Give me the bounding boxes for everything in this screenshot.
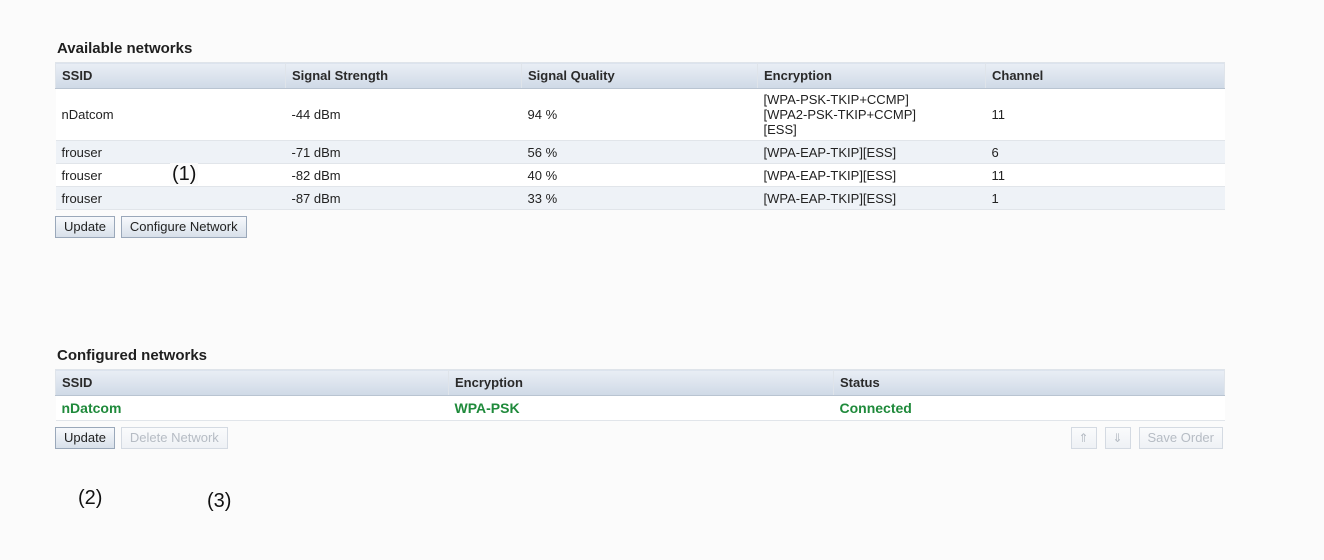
cell-encryption: [WPA-PSK-TKIP+CCMP] [WPA2-PSK-TKIP+CCMP]…	[757, 88, 986, 141]
cell-signal-strength: -87 dBm	[285, 186, 522, 210]
cell-channel: 11	[985, 88, 1225, 141]
configured-networks-table: SSID Encryption Status nDatcom WPA-PSK C…	[55, 369, 1225, 421]
update-available-button[interactable]: Update	[55, 216, 115, 238]
table-row[interactable]: frouser -87 dBm 33 % [WPA-EAP-TKIP][ESS]…	[55, 186, 1225, 210]
configured-networks-title: Configured networks	[57, 347, 208, 364]
cell-ssid: nDatcom	[55, 395, 449, 421]
order-controls: ⇑ ⇓ Save Order	[1063, 427, 1223, 449]
table-row[interactable]: frouser -71 dBm 56 % [WPA-EAP-TKIP][ESS]…	[55, 140, 1225, 164]
column-header-signal-quality[interactable]: Signal Quality	[521, 62, 758, 89]
cell-channel: 11	[985, 163, 1225, 187]
table-row[interactable]: nDatcom -44 dBm 94 % [WPA-PSK-TKIP+CCMP]…	[55, 88, 1225, 141]
column-header-channel[interactable]: Channel	[985, 62, 1225, 89]
cell-signal-strength: -44 dBm	[285, 88, 522, 141]
configured-actions: Update Delete Network ⇑ ⇓ Save Order	[55, 427, 1225, 451]
cell-ssid: nDatcom	[55, 88, 286, 141]
cell-signal-strength: -82 dBm	[285, 163, 522, 187]
table-header-row: SSID Encryption Status	[55, 369, 1225, 396]
cell-channel: 1	[985, 186, 1225, 210]
table-row[interactable]: frouser -82 dBm 40 % [WPA-EAP-TKIP][ESS]…	[55, 163, 1225, 187]
cell-signal-strength: -71 dBm	[285, 140, 522, 164]
table-row[interactable]: nDatcom WPA-PSK Connected	[55, 395, 1225, 421]
column-header-signal-strength[interactable]: Signal Strength	[285, 62, 522, 89]
move-up-button[interactable]: ⇑	[1070, 427, 1097, 449]
annotation-1: (1)	[170, 163, 199, 185]
save-order-button[interactable]: Save Order	[1138, 427, 1223, 449]
cell-encryption: [WPA-EAP-TKIP][ESS]	[757, 186, 986, 210]
move-down-button[interactable]: ⇓	[1104, 427, 1131, 449]
configure-network-button[interactable]: Configure Network	[120, 216, 247, 238]
available-networks-title: Available networks	[57, 40, 193, 57]
cell-ssid: frouser	[55, 140, 286, 164]
cell-signal-quality: 56 %	[521, 140, 758, 164]
available-networks-section: Available networks SSID Signal Strength …	[55, 40, 1225, 240]
cell-encryption: [WPA-EAP-TKIP][ESS]	[757, 163, 986, 187]
status-connected: Connected	[833, 395, 1225, 421]
annotation-2: (2)	[76, 487, 105, 509]
column-header-ssid[interactable]: SSID	[55, 369, 449, 396]
cell-signal-quality: 33 %	[521, 186, 758, 210]
cell-ssid: frouser	[55, 186, 286, 210]
available-actions: Update Configure Network	[55, 216, 1225, 240]
cell-signal-quality: 94 %	[521, 88, 758, 141]
column-header-encryption[interactable]: Encryption	[448, 369, 834, 396]
cell-encryption: [WPA-EAP-TKIP][ESS]	[757, 140, 986, 164]
update-configured-button[interactable]: Update	[55, 427, 115, 449]
annotation-3: (3)	[205, 490, 234, 512]
cell-encryption: WPA-PSK	[448, 395, 834, 421]
available-networks-table: SSID Signal Strength Signal Quality Encr…	[55, 62, 1225, 210]
column-header-status[interactable]: Status	[833, 369, 1225, 396]
delete-network-button[interactable]: Delete Network	[120, 427, 228, 449]
cell-channel: 6	[985, 140, 1225, 164]
column-header-ssid[interactable]: SSID	[55, 62, 286, 89]
table-header-row: SSID Signal Strength Signal Quality Encr…	[55, 62, 1225, 89]
column-header-encryption[interactable]: Encryption	[757, 62, 986, 89]
configured-networks-section: Configured networks SSID Encryption Stat…	[55, 347, 1225, 451]
cell-signal-quality: 40 %	[521, 163, 758, 187]
